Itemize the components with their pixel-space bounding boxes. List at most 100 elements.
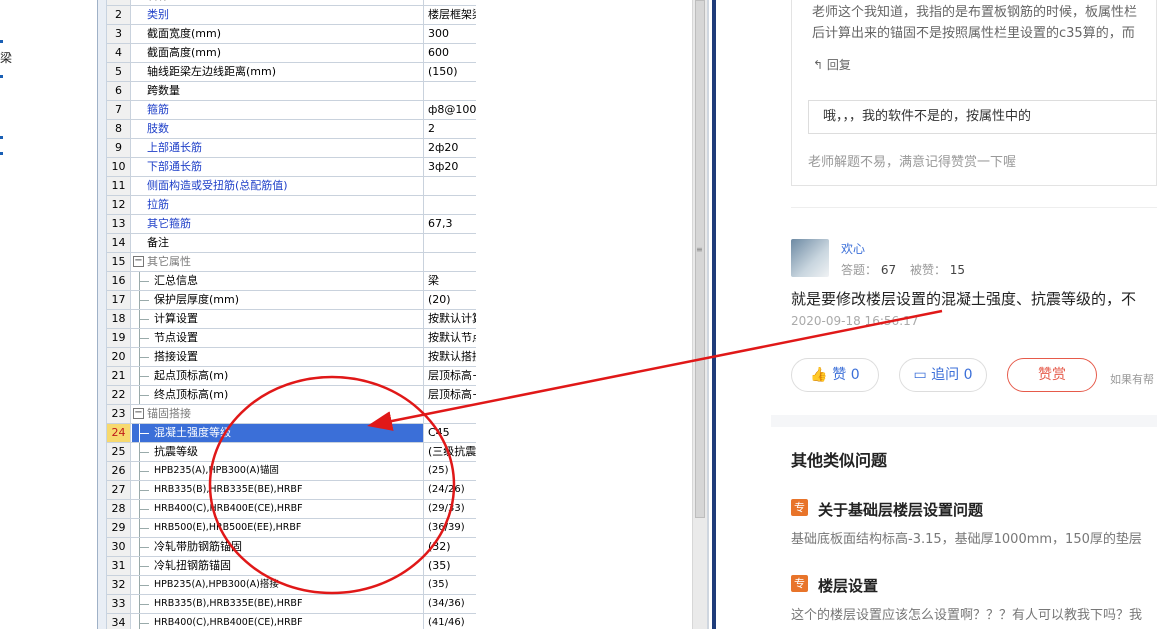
table-row[interactable]: 29 HRB500(E),HRB500E(EE),HRBF (36/39) bbox=[107, 519, 551, 538]
tip-button[interactable]: 赞赏 bbox=[1007, 358, 1097, 392]
tree-branch-icon bbox=[139, 509, 149, 510]
similar-question-link[interactable]: 关于基础层楼层设置问题 bbox=[818, 499, 983, 520]
table-row[interactable]: 21 起点顶标高(m) 层顶标高+0.40 bbox=[107, 367, 574, 386]
table-row[interactable]: 4 截面高度(mm) 600 bbox=[107, 44, 574, 63]
property-name-text: 备注 bbox=[147, 236, 169, 249]
table-row[interactable]: 28 HRB400(C),HRB400E(CE),HRBF (29/33) bbox=[107, 500, 551, 519]
property-name[interactable]: HPB235(A),HPB300(A)锚固 bbox=[132, 462, 424, 480]
row-number: 10 bbox=[107, 158, 131, 176]
collapse-icon[interactable]: − bbox=[133, 408, 144, 419]
tree-branch-icon bbox=[139, 300, 149, 301]
property-name[interactable]: HRB500(E),HRB500E(EE),HRBF bbox=[132, 519, 424, 537]
property-name[interactable]: HRB335(B),HRB335E(BE),HRBF bbox=[132, 481, 424, 499]
followup-input[interactable]: 哦，，，我的软件不是的，按属性中的 bbox=[808, 100, 1157, 134]
table-row[interactable]: 14 备注 bbox=[107, 234, 574, 253]
property-name[interactable]: 肢数 bbox=[132, 120, 424, 138]
table-row[interactable]: 34 HRB400(C),HRB400E(CE),HRBF (41/46) bbox=[107, 614, 551, 629]
followup-button[interactable]: ▭ 追问 0 bbox=[899, 358, 987, 392]
scrollbar-thumb[interactable] bbox=[695, 0, 705, 518]
table-row[interactable]: 6 跨数量 bbox=[107, 82, 574, 101]
property-name[interactable]: 保护层厚度(mm) bbox=[132, 291, 424, 309]
table-row[interactable]: 17 保护层厚度(mm) (20) bbox=[107, 291, 574, 310]
table-row[interactable]: 16 汇总信息梁 bbox=[107, 272, 574, 291]
vertical-scrollbar[interactable]: ≡ bbox=[692, 0, 707, 629]
property-name[interactable]: 截面宽度(mm) bbox=[132, 25, 424, 43]
property-name[interactable]: 类别 bbox=[132, 6, 424, 24]
like-button[interactable]: 👍 赞 0 bbox=[791, 358, 879, 392]
property-grid[interactable]: 名称 2类别楼层框架梁3截面宽度(mm)3004截面高度(mm)6005轴线距梁… bbox=[107, 0, 574, 629]
property-name[interactable]: 截面高度(mm) bbox=[132, 44, 424, 62]
property-name[interactable]: − 其它属性 bbox=[132, 253, 424, 271]
table-row[interactable]: 24 混凝土强度等级 C45 bbox=[107, 424, 574, 443]
tree-branch-icon bbox=[139, 357, 149, 358]
property-name-text: 截面宽度(mm) bbox=[147, 27, 222, 40]
property-name[interactable]: 计算设置 bbox=[132, 310, 424, 328]
property-name[interactable]: 搭接设置 bbox=[132, 348, 424, 366]
row-number: 20 bbox=[107, 348, 131, 366]
property-name[interactable]: 跨数量 bbox=[132, 82, 424, 100]
tree-branch-icon bbox=[139, 376, 149, 377]
property-name[interactable]: 上部通长筋 bbox=[132, 139, 424, 157]
property-name[interactable]: 下部通长筋 bbox=[132, 158, 424, 176]
property-name[interactable]: HRB400(C),HRB400E(CE),HRBF bbox=[132, 500, 424, 518]
property-name[interactable]: 侧面构造或受扭筋(总配筋值) bbox=[132, 177, 424, 195]
similar-title: 其他类似问题 bbox=[791, 451, 888, 470]
similar-question-link[interactable]: 楼层设置 bbox=[818, 575, 878, 596]
property-name[interactable]: 抗震等级 bbox=[132, 443, 424, 461]
property-name[interactable]: 起点顶标高(m) bbox=[132, 367, 424, 385]
table-row[interactable]: 15− 其它属性 bbox=[107, 253, 551, 272]
teacher-note-line-1: 老师这个我知道，我指的是布置板钢筋的时候，板属性栏 bbox=[812, 5, 1138, 20]
table-row[interactable]: 18计算设置按默认计算设置计算 bbox=[107, 310, 551, 329]
table-row[interactable]: 3 截面宽度(mm) 300 bbox=[107, 25, 574, 44]
row-number: 16 bbox=[107, 272, 131, 290]
table-row[interactable]: 8 肢数 2 bbox=[107, 120, 551, 139]
property-name[interactable]: HRB400(C),HRB400E(CE),HRBF bbox=[132, 614, 424, 629]
table-row[interactable]: 30 冷轧带肋钢筋锚固 (32) bbox=[107, 538, 551, 557]
property-name[interactable]: 备注 bbox=[132, 234, 424, 252]
avatar[interactable] bbox=[791, 239, 829, 277]
table-row[interactable]: 7 箍筋 ф8@100/200(2) bbox=[107, 101, 574, 120]
property-name[interactable]: HRB335(B),HRB335E(BE),HRBF bbox=[132, 595, 424, 613]
table-row[interactable]: 23− 锚固搭接 bbox=[107, 405, 551, 424]
table-row[interactable]: 25 抗震等级 (三级抗震) bbox=[107, 443, 574, 462]
property-name[interactable]: 冷轧带肋钢筋锚固 bbox=[132, 538, 424, 556]
chat-bubble-icon: ▭ bbox=[913, 367, 927, 383]
table-row[interactable]: 32 HPB235(A),HPB300(A)搭接 (35) bbox=[107, 576, 551, 595]
tree-branch-icon bbox=[139, 395, 149, 396]
table-row[interactable]: 22 终点顶标高(m) 层顶标高+0.40 bbox=[107, 386, 574, 405]
property-name-text: HRB400(C),HRB400E(CE),HRBF bbox=[154, 617, 303, 628]
table-row[interactable]: 31 冷轧扭钢筋锚固 (35) bbox=[107, 557, 551, 576]
table-row[interactable]: 12 拉筋 bbox=[107, 196, 574, 215]
tree-line-icon bbox=[139, 614, 140, 629]
tree-branch-icon bbox=[139, 281, 149, 282]
table-row[interactable]: 26 HPB235(A),HPB300(A)锚固 (25) bbox=[107, 462, 551, 481]
table-row[interactable]: 13 其它箍筋 67,3 bbox=[107, 215, 551, 234]
property-name[interactable]: 箍筋 bbox=[132, 101, 424, 119]
table-row[interactable]: 9 上部通长筋 2ф20 bbox=[107, 139, 574, 158]
property-name[interactable]: HPB235(A),HPB300(A)搭接 bbox=[132, 576, 424, 594]
table-row[interactable]: 11 侧面构造或受扭筋(总配筋值) bbox=[107, 177, 574, 196]
property-name[interactable]: 其它箍筋 bbox=[132, 215, 424, 233]
tree-branch-icon bbox=[139, 471, 149, 472]
property-name[interactable]: 冷轧扭钢筋锚固 bbox=[132, 557, 424, 575]
table-row[interactable]: 5 轴线距梁左边线距离(mm) (150) bbox=[107, 63, 574, 82]
left-fragment-text: 梁 bbox=[0, 51, 13, 65]
property-name[interactable]: 汇总信息 bbox=[132, 272, 424, 290]
reply-link[interactable]: ↰ 回复 bbox=[813, 56, 851, 73]
property-name[interactable]: − 锚固搭接 bbox=[132, 405, 424, 423]
property-name[interactable]: 拉筋 bbox=[132, 196, 424, 214]
table-row[interactable]: 20搭接设置按默认搭接设置计算 bbox=[107, 348, 551, 367]
tree-marker bbox=[0, 40, 3, 43]
property-name[interactable]: 混凝土强度等级 bbox=[132, 424, 424, 442]
table-row[interactable]: 19节点设置按默认节点设置计算 bbox=[107, 329, 551, 348]
property-name[interactable]: 轴线距梁左边线距离(mm) bbox=[132, 63, 424, 81]
table-row[interactable]: 33 HRB335(B),HRB335E(BE),HRBF (34/36) bbox=[107, 595, 551, 614]
collapse-icon[interactable]: − bbox=[133, 256, 144, 267]
property-name[interactable]: 节点设置 bbox=[132, 329, 424, 347]
table-row[interactable]: 10 下部通长筋 3ф20 bbox=[107, 158, 574, 177]
table-row[interactable]: 2 类别 楼层框架梁 bbox=[107, 6, 574, 25]
user-name-link[interactable]: 欢心 bbox=[841, 240, 865, 257]
property-name-text: 下部通长筋 bbox=[147, 160, 202, 173]
table-row[interactable]: 27 HRB335(B),HRB335E(BE),HRBF (24/26) bbox=[107, 481, 551, 500]
property-name[interactable]: 终点顶标高(m) bbox=[132, 386, 424, 404]
